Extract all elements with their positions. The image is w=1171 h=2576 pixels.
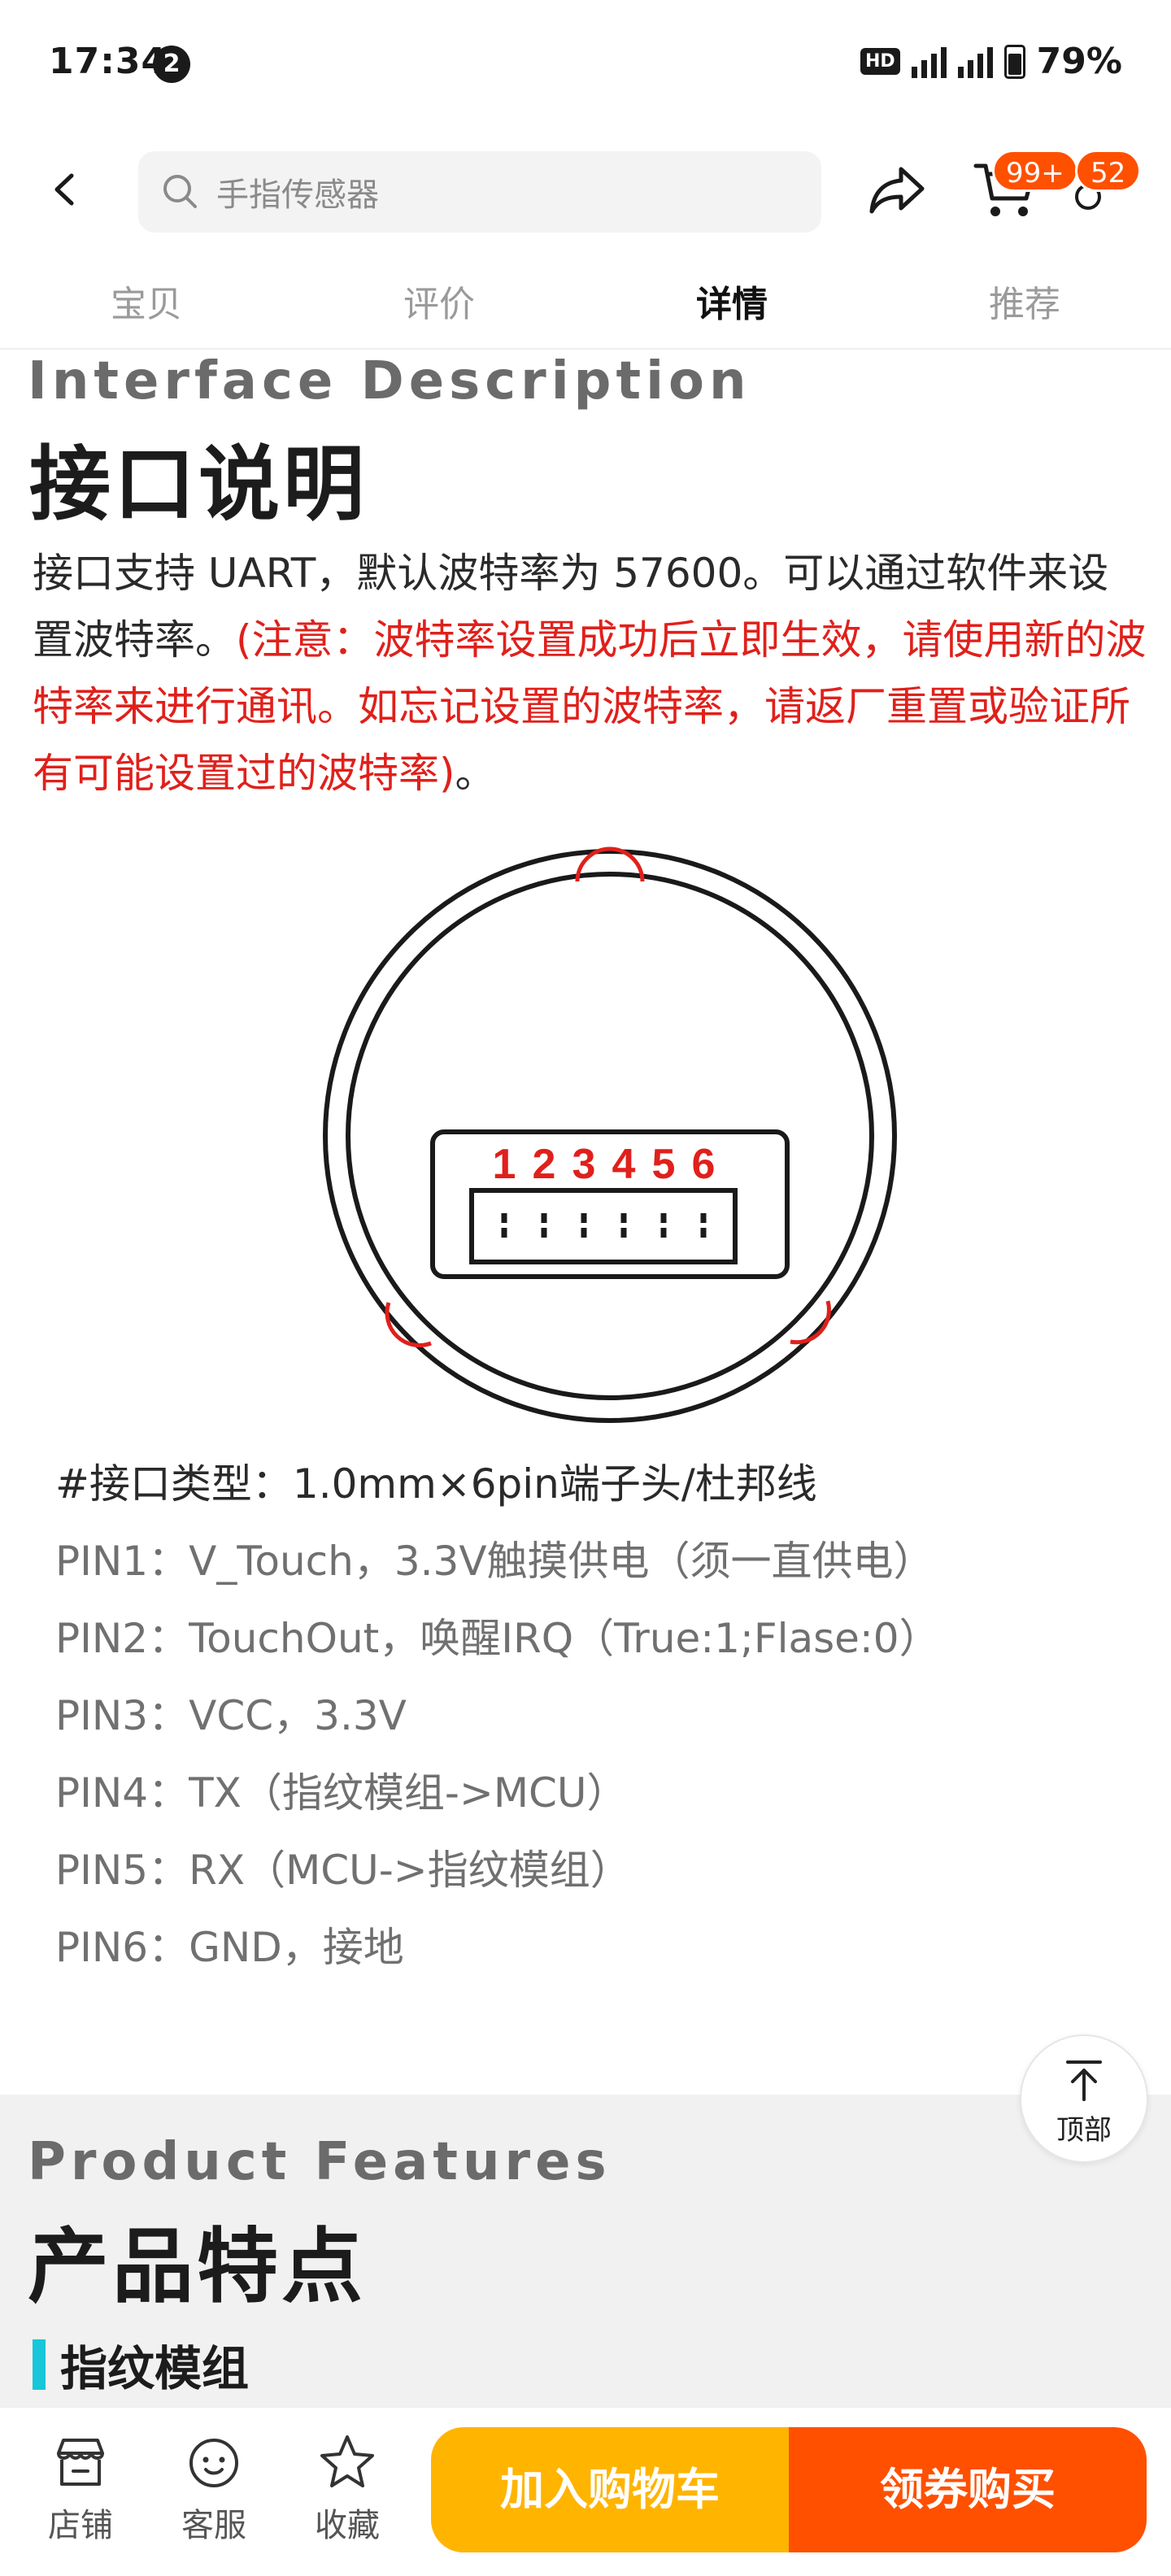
pin-number-4: 4 [612, 1141, 636, 1188]
customer-service-label: 客服 [181, 2507, 246, 2544]
detail-tabs: 宝贝 评价 详情 推荐 [0, 252, 1171, 350]
favorite-button[interactable]: 收藏 [294, 2432, 400, 2546]
back-arrow-icon[interactable] [46, 169, 86, 210]
shop-icon [57, 2439, 104, 2486]
tab-details[interactable]: 详情 [586, 252, 878, 348]
pin-number-5: 5 [652, 1141, 676, 1188]
pin-number-2: 2 [533, 1141, 556, 1188]
note-end: 。 [455, 750, 496, 797]
tab-item[interactable]: 宝贝 [0, 252, 293, 348]
pin-number-1: 1 [493, 1141, 516, 1188]
features-subheading: 指纹模组 [33, 2330, 249, 2399]
features-cn-title: 产品特点 [28, 2219, 366, 2314]
favorite-label: 收藏 [315, 2507, 380, 2544]
subheading-accent-bar [33, 2339, 46, 2390]
search-bar[interactable]: 手指传感器 [138, 151, 821, 233]
add-to-cart-button[interactable]: 加入购物车 [431, 2427, 789, 2552]
interface-en-title: Interface Description [28, 351, 751, 411]
connector-diagram: 1 2 3 4 5 6 [323, 846, 897, 1423]
share-icon[interactable] [865, 161, 929, 220]
pin-1-definition: PIN1：V_Touch，3.3V触摸供电（须一直供电） [55, 1538, 934, 1585]
battery-percent: 79% [1036, 41, 1122, 82]
pin-number-3: 3 [572, 1141, 596, 1188]
product-features-section: Product Features 产品特点 指纹模组 [0, 2095, 1171, 2436]
status-icons: HD 79% [860, 41, 1122, 82]
bottom-action-bar: 店铺 客服 收藏 加入购物车 领券购买 [0, 2407, 1171, 2576]
shop-label: 店铺 [48, 2507, 113, 2544]
shop-button[interactable]: 店铺 [28, 2432, 133, 2546]
pin-4-definition: PIN4：TX（指纹模组->MCU） [55, 1769, 628, 1817]
features-en-title: Product Features [28, 2132, 612, 2192]
hd-voice-icon: HD [860, 48, 900, 75]
buy-with-coupon-button[interactable]: 领券购买 [789, 2427, 1147, 2552]
customer-service-icon [189, 2439, 238, 2487]
search-icon [163, 175, 197, 208]
pin-2-definition: PIN2：TouchOut，唤醒IRQ（True:1;Flase:0） [55, 1615, 940, 1662]
status-time: 17:34 [49, 41, 168, 82]
search-placeholder: 手指传感器 [216, 176, 379, 214]
star-icon [320, 2435, 374, 2487]
pin-number-6: 6 [692, 1141, 716, 1188]
customer-service-button[interactable]: 客服 [161, 2432, 267, 2546]
pin-5-definition: PIN5：RX（MCU->指纹模组） [55, 1847, 631, 1894]
signal-icon-2 [957, 46, 993, 78]
connector-type: #接口类型：1.0mm×6pin端子头/杜邦线 [55, 1460, 817, 1508]
tab-recommend[interactable]: 推荐 [878, 252, 1171, 348]
back-to-top-button[interactable]: 顶部 [1020, 2034, 1148, 2163]
interface-cn-title: 接口说明 [29, 437, 368, 532]
interface-description: 接口支持 UART，默认波特率为 57600。可以通过软件来设置波特率。(注意：… [33, 540, 1147, 807]
notification-count-badge: 2 [153, 46, 190, 83]
signal-icon-1 [911, 46, 947, 78]
top-navigation: 手指传感器 99+ 52 [0, 130, 1171, 252]
message-count-badge: 52 [1075, 150, 1142, 192]
cart-count-badge: 99+ [992, 150, 1078, 192]
pin-3-definition: PIN3：VCC，3.3V [55, 1692, 407, 1739]
battery-icon [1003, 44, 1025, 79]
tab-reviews[interactable]: 评价 [293, 252, 586, 348]
status-bar: 17:34 2 HD 79% [0, 0, 1171, 130]
arrow-up-icon [1066, 2060, 1102, 2101]
back-to-top-label: 顶部 [1056, 2114, 1112, 2147]
pin-6-definition: PIN6：GND，接地 [55, 1924, 404, 1971]
subheading-text: 指纹模组 [60, 2341, 250, 2396]
pin-definitions: #接口类型：1.0mm×6pin端子头/杜邦线 PIN1：V_Touch，3.3… [55, 1446, 1145, 1986]
